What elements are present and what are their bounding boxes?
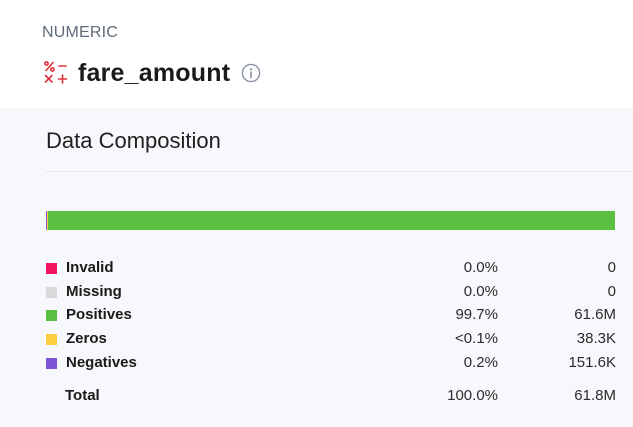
info-icon[interactable] — [241, 63, 261, 83]
total-row: Total 100.0% 61.8M — [46, 386, 618, 408]
composition-bar — [46, 211, 615, 230]
legend-row-invalid: Invalid 0.0% 0 — [46, 258, 618, 282]
legend-count: 61.6M — [574, 306, 616, 324]
legend-label: Zeros — [66, 330, 107, 348]
numeric-operators-icon — [44, 61, 68, 84]
zeros-swatch — [46, 334, 57, 346]
divider — [46, 171, 633, 172]
legend-count: 38.3K — [576, 330, 616, 348]
legend-percent: <0.1% — [455, 330, 498, 348]
legend-row-zeros: Zeros <0.1% 38.3K — [46, 329, 618, 353]
legend-label: Missing — [66, 282, 122, 300]
missing-swatch — [46, 286, 57, 298]
bar-segment-positives — [47, 211, 615, 230]
legend-label: Invalid — [66, 259, 114, 276]
legend-label: Positives — [66, 306, 132, 324]
legend-row-negatives: Negatives 0.2% 151.6K — [46, 353, 618, 377]
column-type-label: NUMERIC — [42, 24, 119, 41]
legend-percent: 0.0% — [463, 282, 498, 300]
invalid-swatch — [46, 263, 57, 274]
legend-percent: 99.7% — [455, 306, 498, 324]
legend-count: 0 — [607, 259, 616, 276]
legend-row-missing: Missing 0.0% 0 — [46, 282, 618, 306]
legend-count: 0 — [607, 282, 616, 300]
section-title: Data Composition — [46, 128, 221, 153]
total-percent: 100.0% — [447, 387, 498, 404]
legend-label: Negatives — [66, 353, 137, 371]
legend-row-positives: Positives 99.7% 61.6M — [46, 305, 618, 329]
total-count: 61.8M — [574, 387, 616, 404]
composition-legend: Invalid 0.0% 0 Missing 0.0% 0 Positives … — [46, 258, 618, 376]
positives-swatch — [46, 310, 57, 322]
legend-count: 151.6K — [568, 353, 616, 371]
negatives-swatch — [46, 357, 57, 369]
header — [0, 0, 633, 108]
title-row: fare_amount — [42, 56, 261, 90]
total-label: Total — [65, 387, 100, 404]
field-name: fare_amount — [78, 58, 231, 87]
legend-percent: 0.0% — [463, 259, 498, 276]
legend-percent: 0.2% — [463, 353, 498, 371]
